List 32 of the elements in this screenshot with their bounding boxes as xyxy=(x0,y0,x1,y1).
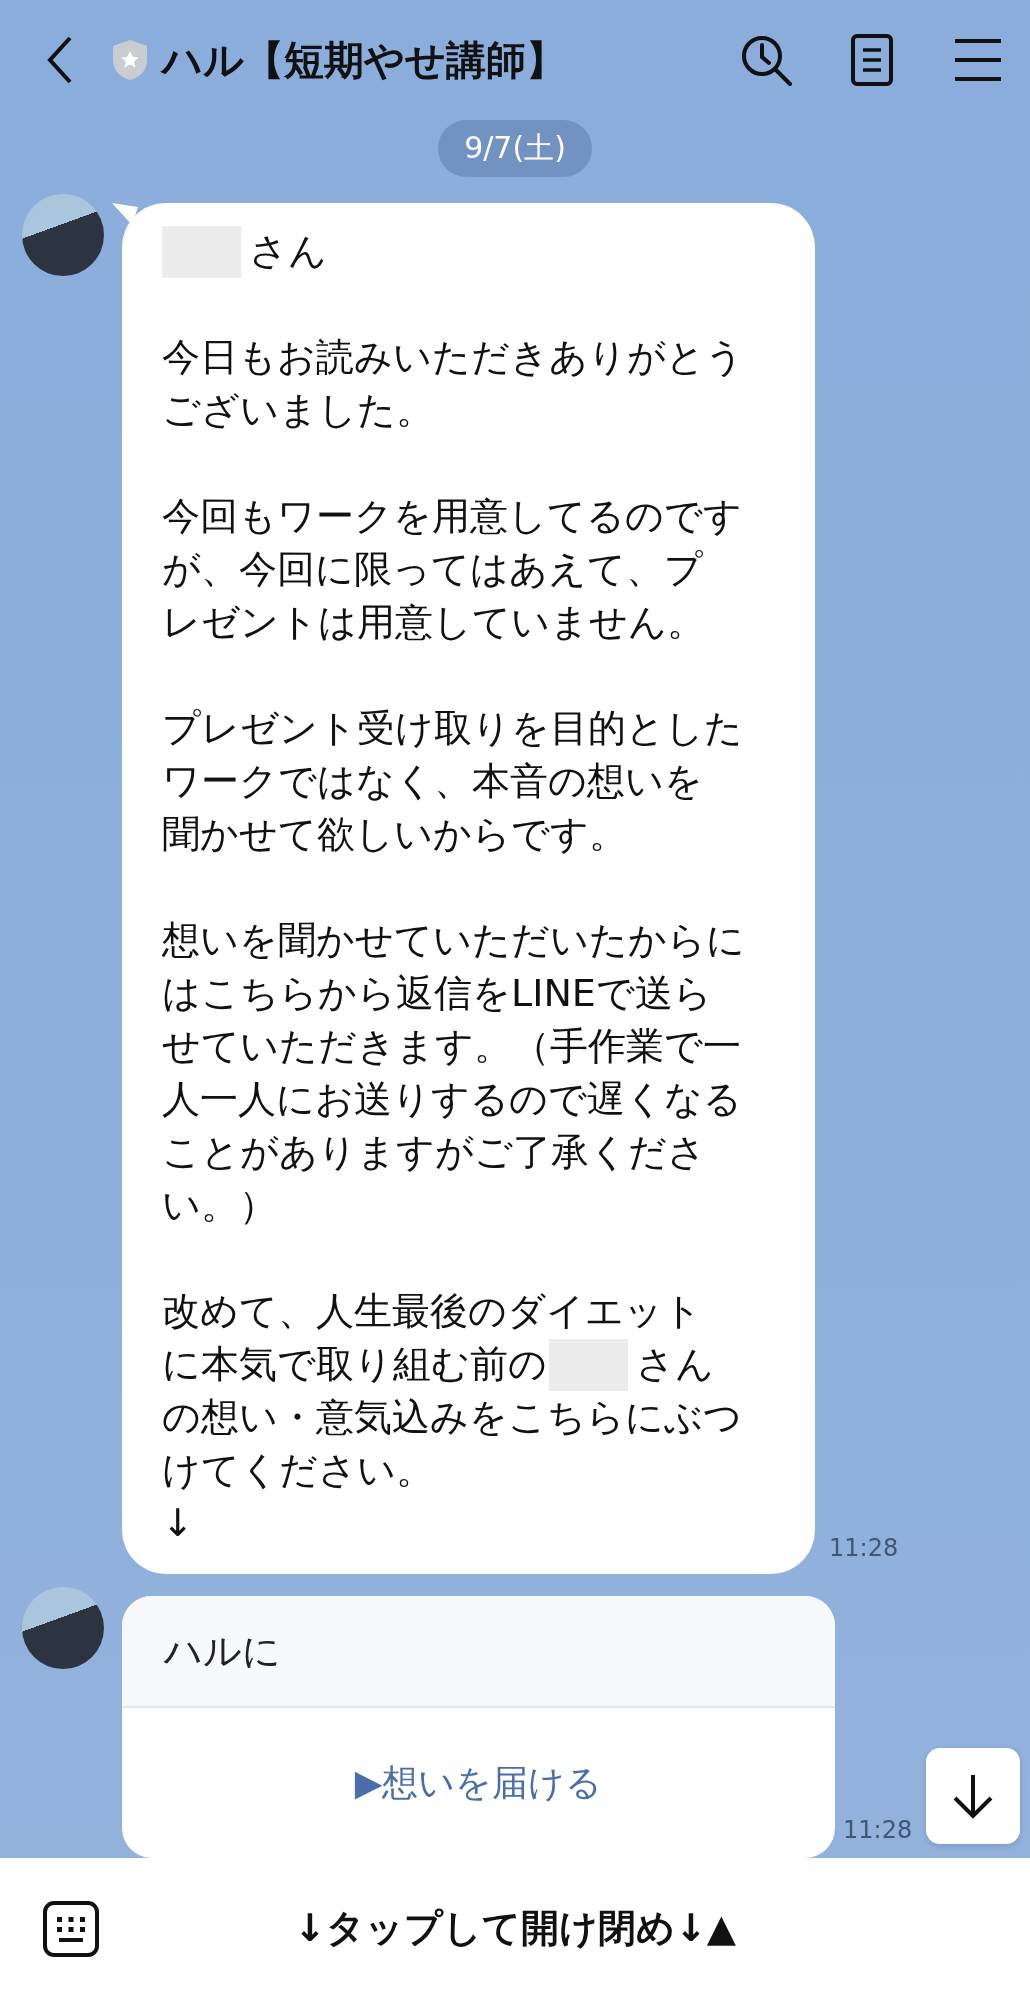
message-text: 想いを聞かせていただいたからに xyxy=(162,917,745,964)
message-time: 11:28 xyxy=(843,1816,913,1844)
message-text: ことがありますがご了承くださ xyxy=(162,1129,706,1176)
message-text: の想い・意気込みをこちらにぶつ xyxy=(162,1394,742,1441)
message-text: が、今回に限ってはあえて、プ xyxy=(162,546,703,593)
down-arrow-icon xyxy=(951,1772,995,1820)
message-text: プレゼント受け取りを目的とした xyxy=(162,705,743,752)
message-text: ございました。 xyxy=(162,387,434,434)
message-text: 今回もワークを用意してるのです xyxy=(162,493,742,540)
message-text: せていただきます。（手作業で一 xyxy=(162,1023,741,1070)
message-text: ワークではなく、本音の想いを xyxy=(162,758,703,805)
message-text: 人一人にお送りするので遅くなる xyxy=(162,1076,742,1123)
keyboard-icon[interactable] xyxy=(42,1899,100,1958)
message-text: さん xyxy=(249,228,327,275)
message-text: 聞かせて欲しいからです。 xyxy=(162,811,627,858)
chat-title: ハル【短期やせ講師】 xyxy=(162,35,567,85)
message-text: ↓ xyxy=(162,1500,194,1547)
send-thoughts-link[interactable]: ▶想いを届ける xyxy=(338,1753,619,1813)
message-text: 今日もお読みいただきありがとう xyxy=(162,334,744,381)
date-label: 9/7(土) xyxy=(438,120,592,177)
rich-menu-toggle[interactable]: ↓タップして開け閉め↓▲ xyxy=(290,1899,740,1958)
message-text: い。） xyxy=(162,1182,277,1229)
card-title: ハルに xyxy=(164,1627,281,1675)
message-time: 11:28 xyxy=(829,1534,899,1562)
scroll-down-button[interactable] xyxy=(926,1748,1020,1844)
message-text: に本気で取り組む前の xyxy=(162,1341,547,1388)
message-text: レゼントは用意していません。 xyxy=(162,599,705,646)
shield-badge-icon xyxy=(110,38,150,82)
message-text: はこちらから返信をLINEで送ら xyxy=(162,970,712,1017)
message-text: 改めて、人生最後のダイエット xyxy=(162,1288,702,1335)
message-text: けてください。 xyxy=(162,1447,434,1494)
message-text: さん xyxy=(636,1341,714,1388)
